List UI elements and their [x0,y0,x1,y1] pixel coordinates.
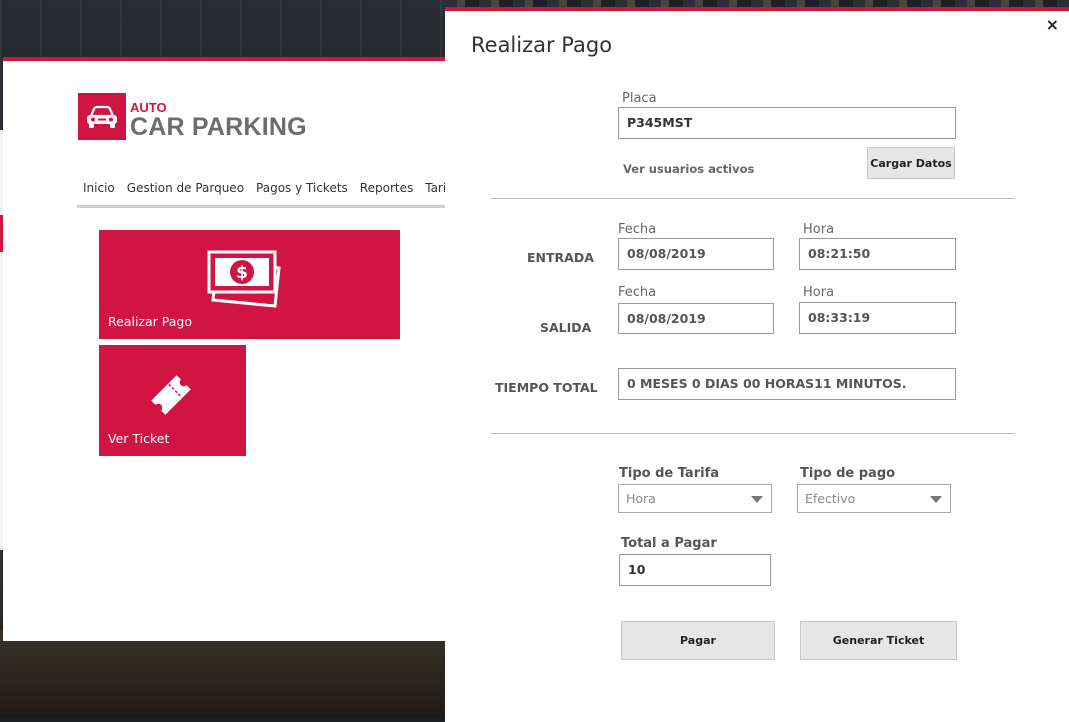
exit-date-field[interactable]: 08/08/2019 [618,303,774,334]
background-shelf [0,630,450,718]
total-field[interactable]: 10 [619,554,771,586]
generate-ticket-button[interactable]: Generar Ticket [800,621,957,660]
logo-main-text: CAR PARKING [130,113,307,141]
ver-ticket-tile[interactable]: Ver Ticket [99,345,246,456]
nav-item-gestion-parqueo[interactable]: Gestion de Parqueo [121,177,250,205]
nav-item-reportes[interactable]: Reportes [354,177,419,205]
divider [491,433,1015,434]
divider [491,198,1015,199]
chevron-down-icon [751,496,763,503]
entry-date-label: Fecha [618,222,657,237]
rate-type-select[interactable]: Hora [618,484,772,513]
entry-date-field[interactable]: 08/08/2019 [618,238,774,270]
payment-type-select[interactable]: Efectivo [797,484,951,513]
active-users-link[interactable]: Ver usuarios activos [623,162,754,176]
car-icon [78,93,126,140]
main-window: AUTO CAR PARKING Inicio Gestion de Parqu… [3,57,445,641]
chevron-down-icon [930,496,942,503]
realizar-pago-label: Realizar Pago [108,314,192,329]
total-time-label: TIEMPO TOTAL [495,380,598,395]
total-label: Total a Pagar [621,536,717,551]
nav-item-pagos-tickets[interactable]: Pagos y Tickets [250,177,354,205]
total-time-field[interactable]: 0 MESES 0 DIAS 00 HORAS11 MINUTOS. [618,368,956,400]
main-nav: Inicio Gestion de Parqueo Pagos y Ticket… [77,177,445,208]
nav-item-tarifas[interactable]: Tarifas [419,177,445,205]
money-icon: $ [207,250,281,308]
rate-type-value: Hora [626,491,656,506]
svg-text:$: $ [236,263,248,283]
dialog-title: Realizar Pago [471,33,613,57]
pay-button[interactable]: Pagar [621,621,775,660]
exit-time-label: Hora [803,285,835,300]
exit-date-label: Fecha [618,285,657,300]
close-icon[interactable]: × [1046,15,1059,34]
realizar-pago-tile[interactable]: $ Realizar Pago [99,230,400,339]
app-logo: AUTO CAR PARKING [78,93,307,140]
rate-type-label: Tipo de Tarifa [619,466,719,481]
entry-time-field[interactable]: 08:21:50 [799,238,956,270]
entry-time-label: Hora [803,222,835,237]
payment-type-label: Tipo de pago [800,466,896,481]
nav-item-inicio[interactable]: Inicio [77,177,121,205]
plate-input[interactable]: P345MST [618,107,956,139]
exit-time-field[interactable]: 08:33:19 [799,302,956,334]
entry-label: ENTRADA [527,250,594,265]
realizar-pago-dialog: × Realizar Pago Placa P345MST Ver usuari… [445,7,1069,722]
plate-label: Placa [622,91,657,106]
ticket-icon [151,375,191,415]
payment-type-value: Efectivo [805,491,856,506]
ver-ticket-label: Ver Ticket [108,431,170,446]
load-data-button[interactable]: Cargar Datos [867,147,955,179]
exit-label: SALIDA [540,320,592,335]
